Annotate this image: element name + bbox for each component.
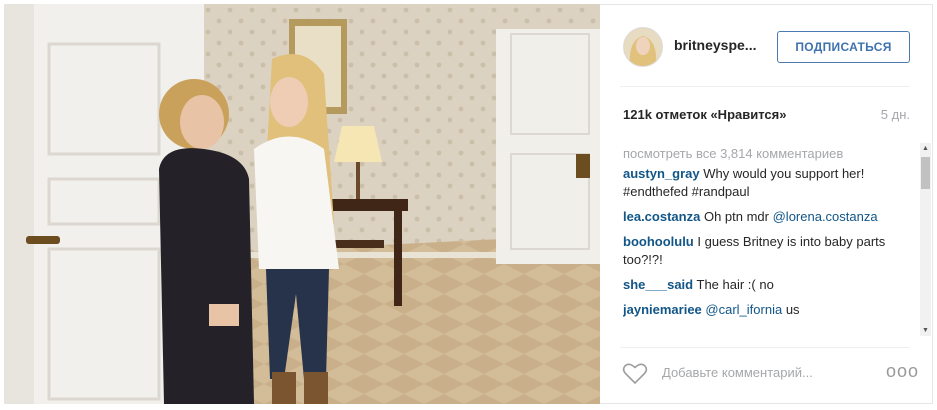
comment-username[interactable]: boohoolulu: [623, 234, 694, 249]
divider: [620, 86, 910, 87]
more-options-icon[interactable]: ooo: [886, 361, 919, 382]
comment-text: us: [785, 302, 800, 317]
comment-item: boohoolulu I guess Britney is into baby …: [623, 233, 893, 269]
comment-username[interactable]: jayniemariee: [623, 302, 702, 317]
comments-list: посмотреть все 3,814 комментариев austyn…: [623, 143, 913, 337]
comment-item: she___said The hair :( no: [623, 276, 893, 294]
comment-mention[interactable]: @carl_ifornia: [705, 302, 782, 317]
view-all-comments-link[interactable]: посмотреть все 3,814 комментариев: [623, 143, 913, 165]
comment-item: austyn_gray Why would you support her! #…: [623, 165, 893, 201]
comment-text: The hair :( no: [696, 277, 774, 292]
scrollbar-thumb[interactable]: [921, 157, 930, 189]
comment-item: lea.costanza Oh ptn mdr @lorena.costanza: [623, 208, 893, 226]
likes-count[interactable]: 121k отметок «Нравится»: [623, 107, 786, 122]
post-username[interactable]: britneyspe...: [674, 37, 756, 53]
scroll-up-icon[interactable]: ▲: [920, 143, 931, 154]
add-comment-input[interactable]: Добавьте комментарий...: [662, 365, 813, 380]
scroll-down-icon[interactable]: ▼: [920, 325, 931, 336]
post-footer: Добавьте комментарий... ooo: [600, 347, 933, 405]
comment-item: jayniemariee @carl_ifornia us: [623, 301, 893, 319]
follow-button[interactable]: ПОДПИСАТЬСЯ: [777, 31, 910, 63]
comment-username[interactable]: she___said: [623, 277, 693, 292]
post-sidebar: britneyspe... ПОДПИСАТЬСЯ 121k отметок «…: [600, 4, 933, 404]
post-header: britneyspe... ПОДПИСАТЬСЯ: [600, 5, 933, 87]
post-photo: [4, 4, 600, 404]
comment-text: Oh ptn mdr: [703, 209, 769, 224]
comment-username[interactable]: lea.costanza: [623, 209, 700, 224]
post-timestamp[interactable]: 5 дн.: [881, 107, 910, 122]
comment-username[interactable]: austyn_gray: [623, 166, 700, 181]
avatar[interactable]: [623, 27, 663, 67]
comments-scrollbar[interactable]: ▲ ▼: [920, 143, 931, 336]
comment-mention[interactable]: @lorena.costanza: [773, 209, 878, 224]
heart-icon[interactable]: [622, 361, 648, 385]
